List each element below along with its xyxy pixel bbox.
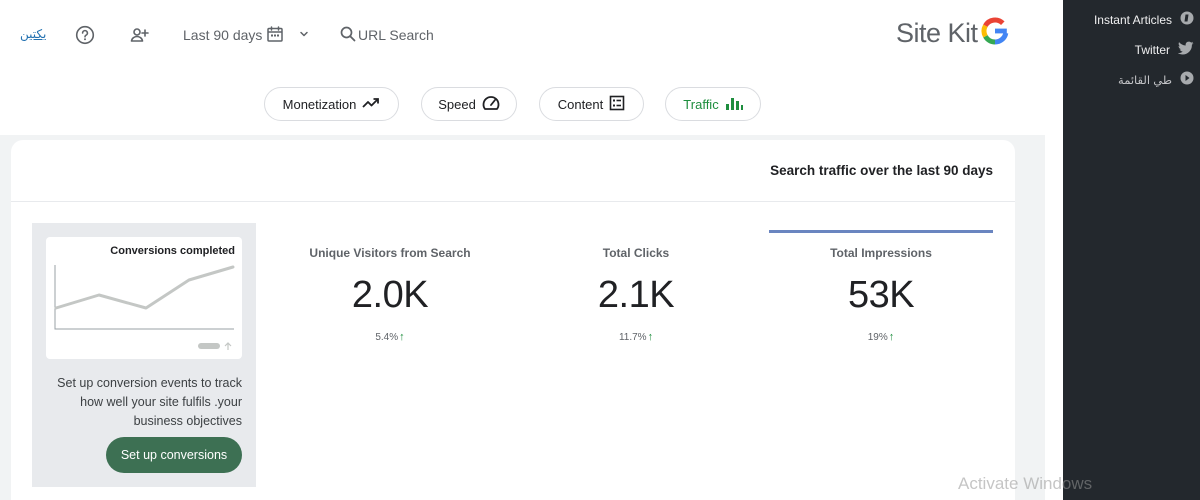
- collapse-menu-icon: [1180, 71, 1194, 88]
- sidebar-item-label: Twitter: [1134, 42, 1170, 57]
- twitter-icon: [1177, 41, 1194, 58]
- arrow-up-icon: ↑: [888, 331, 895, 343]
- bar-chart-icon: [725, 95, 743, 114]
- metric-label: Total Impressions: [830, 246, 932, 260]
- sidebar-item-label: Instant Articles: [1093, 12, 1172, 27]
- change-value: 5.4%: [375, 331, 399, 343]
- chip-traffic[interactable]: Traffic: [665, 87, 761, 121]
- change-value: 19%: [867, 331, 888, 343]
- metric-label: Unique Visitors from Search: [309, 246, 471, 260]
- metric-change: 5.4% ↑: [288, 331, 492, 343]
- sidebar-item-collapse-menu[interactable]: طي القائمة: [1118, 71, 1194, 88]
- promo-description: Set up conversion events to track how we…: [57, 376, 242, 428]
- content-gutter: [1045, 0, 1063, 500]
- metric-value: 2.1K: [597, 274, 675, 316]
- google-g-icon: [980, 16, 1010, 51]
- sidebar-item-twitter[interactable]: Twitter: [1135, 41, 1194, 58]
- chip-label: Speed: [438, 96, 476, 112]
- metric-change: 19% ↑: [769, 331, 993, 343]
- metric-change: 11.7% ↑: [534, 331, 738, 343]
- conversions-promo: Conversions completed Set up conversion …: [32, 223, 256, 487]
- chip-speed[interactable]: Speed: [421, 87, 517, 121]
- sidebar-item-instant-articles[interactable]: Instant Articles: [1094, 11, 1194, 28]
- metric-total-impressions[interactable]: Total Impressions 53K 19% ↑: [769, 230, 993, 360]
- chip-label: Content: [557, 96, 604, 112]
- metric-label: Total Clicks: [602, 246, 670, 260]
- metric-value: 2.0K: [351, 274, 429, 316]
- chip-content[interactable]: Content: [539, 87, 644, 121]
- chip-label: Monetization: [282, 96, 357, 112]
- site-kit-logo: Site Kit: [896, 16, 1010, 51]
- set-up-conversions-button[interactable]: Set up conversions: [106, 437, 242, 473]
- metric-value: 53K: [847, 274, 915, 316]
- brand-name: Site Kit: [896, 18, 978, 48]
- search-icon: [340, 26, 356, 45]
- url-search-button[interactable]: URL Search: [340, 25, 434, 45]
- speedometer-icon: [482, 95, 500, 114]
- sidebar-item-label: طي القائمة: [1118, 74, 1172, 87]
- calendar-icon: [266, 25, 284, 46]
- chevron-down-icon: [298, 27, 310, 43]
- metric-total-clicks[interactable]: Total Clicks 2.1K 11.7% ↑: [534, 230, 738, 360]
- conversions-preview-chart: Conversions completed: [46, 237, 242, 359]
- windows-activation-watermark: Activate Windows: [958, 474, 1093, 493]
- help-icon[interactable]: [74, 24, 96, 46]
- card-title: Search traffic over the last 90 days: [770, 163, 993, 178]
- divider: [11, 201, 1015, 202]
- arrow-up-icon: ↑: [399, 331, 405, 343]
- chip-monetization[interactable]: Monetization: [264, 87, 399, 121]
- metric-unique-visitors[interactable]: Unique Visitors from Search 2.0K 5.4% ↑: [288, 230, 492, 360]
- section-nav: Monetization Speed Content Traffic: [0, 87, 1045, 121]
- site-kit-dashboard: يكتين Last 90 days URL Search Site Kit M…: [0, 0, 1045, 500]
- preview-line-chart: [54, 265, 235, 350]
- content-list-icon: [609, 95, 625, 114]
- instant-articles-icon: [1180, 11, 1194, 28]
- date-range-selector[interactable]: Last 90 days: [183, 25, 310, 45]
- arrow-up-icon: ↑: [647, 331, 654, 343]
- search-traffic-card: Search traffic over the last 90 days Con…: [11, 140, 1015, 500]
- change-value: 11.7%: [618, 331, 647, 343]
- dashboard-header: يكتين Last 90 days URL Search Site Kit M…: [0, 0, 1045, 135]
- date-range-label: Last 90 days: [183, 27, 263, 43]
- add-user-icon[interactable]: [128, 24, 150, 46]
- trending-up-icon: [362, 97, 380, 112]
- url-search-label: URL Search: [358, 27, 434, 43]
- admin-sidebar: Instant Articles Twitter طي القائمة: [1063, 0, 1200, 500]
- arabic-help-link[interactable]: يكتين: [20, 27, 46, 41]
- chip-label: Traffic: [683, 96, 719, 112]
